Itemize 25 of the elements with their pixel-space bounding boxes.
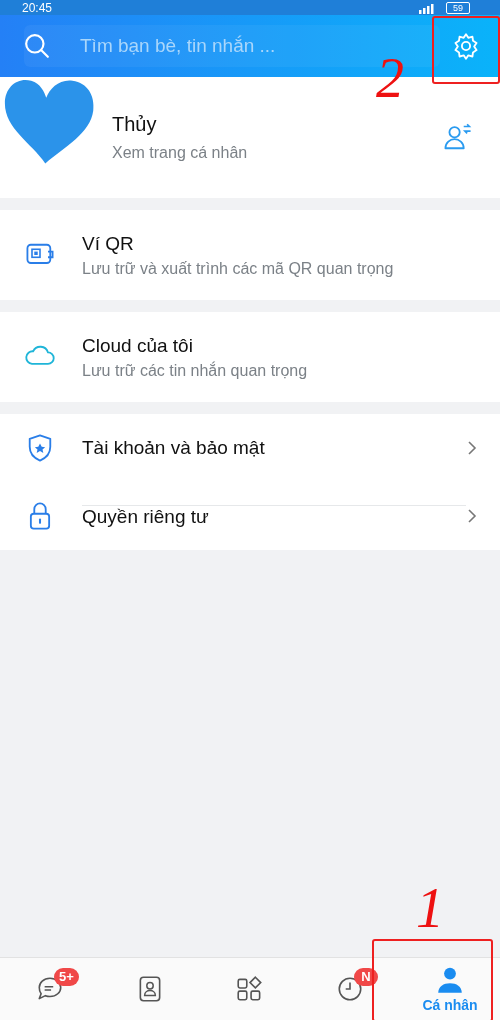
battery-indicator: 59 [446,1,470,14]
profile-subtitle: Xem trang cá nhân [112,144,249,162]
menu-item-subtitle: Lưu trữ các tin nhắn quan trọng [82,361,309,380]
menu-item[interactable]: Ví QR Lưu trữ và xuất trình các mã QR quan trọng [0,210,500,300]
menu-item-title: Tài khoản và bảo mật [82,437,266,459]
menu-item[interactable]: Tài khoản và bảo mật [0,414,500,482]
menu-item-subtitle: Lưu trữ và xuất trình các mã QR quan trọng [82,259,395,278]
nav-tab-label: Cá nhân [422,997,478,1013]
nav-tab[interactable]: 5+ [0,958,100,1020]
settings-icon[interactable] [452,32,480,60]
menu-item[interactable]: Cloud của tôi Lưu trữ các tin nhắn quan trọng [0,312,500,402]
menu-item[interactable]: Quyền riêng tư [0,482,500,550]
menu-item-title: Cloud của tôi [82,334,194,357]
profile-name: Thủy [112,113,158,136]
nav-tab[interactable]: N [300,958,400,1020]
notification-badge: 5+ [54,968,79,986]
annotation-number: 1 [416,880,444,936]
menu-item-title: Ví QR [82,232,135,255]
status-time: 20:45 [22,0,53,15]
person-icon [435,965,465,995]
annotation-frame [432,16,500,84]
menu-item-title: Quyền riêng tư [82,505,210,528]
notification-badge: N [354,968,378,986]
apps-grid-icon [235,974,265,1004]
search-icon[interactable] [24,33,50,59]
